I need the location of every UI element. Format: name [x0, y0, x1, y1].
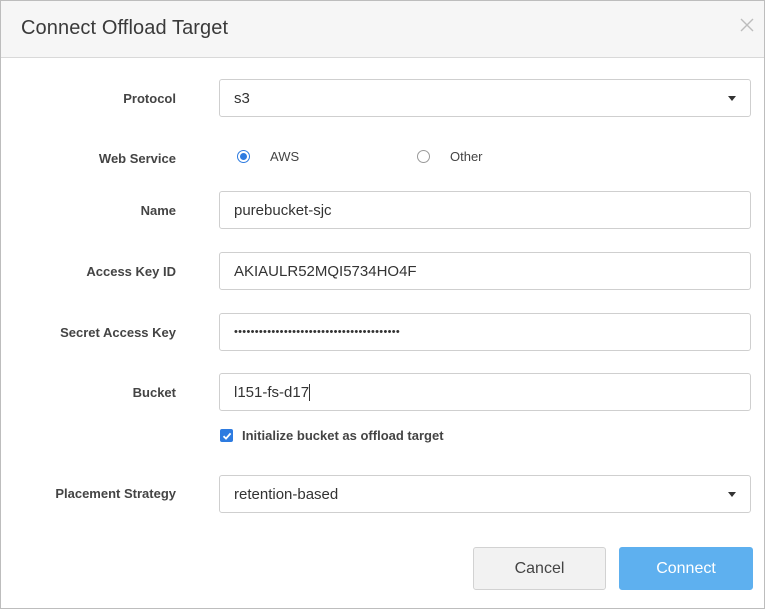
- secret-access-key-field[interactable]: ••••••••••••••••••••••••••••••••••••••••: [219, 313, 751, 351]
- secret-access-key-label: Secret Access Key: [60, 325, 176, 340]
- name-field[interactable]: [219, 191, 751, 229]
- access-key-id-input[interactable]: [234, 262, 736, 280]
- radio-other-indicator[interactable]: [417, 150, 430, 163]
- close-icon[interactable]: [736, 15, 758, 37]
- web-service-label: Web Service: [98, 151, 176, 166]
- radio-other[interactable]: Other: [417, 149, 483, 164]
- cancel-button[interactable]: Cancel: [473, 547, 606, 590]
- protocol-label: Protocol: [123, 91, 176, 106]
- name-label: Name: [140, 203, 176, 218]
- initialize-checkbox-row[interactable]: Initialize bucket as offload target: [220, 428, 444, 443]
- protocol-select[interactable]: s3: [219, 79, 751, 117]
- name-input[interactable]: [234, 201, 736, 219]
- dialog-header: Connect Offload Target: [1, 1, 764, 58]
- text-cursor: [309, 383, 311, 401]
- radio-other-label: Other: [450, 149, 483, 164]
- bucket-field[interactable]: l151-fs-d17: [219, 373, 751, 411]
- chevron-down-icon: [728, 95, 736, 101]
- checkmark-icon: [222, 432, 231, 440]
- access-key-id-label: Access Key ID: [86, 264, 176, 279]
- radio-aws-indicator[interactable]: [237, 150, 250, 163]
- protocol-value: s3: [234, 89, 250, 107]
- bucket-label: Bucket: [132, 385, 176, 400]
- connect-button[interactable]: Connect: [619, 547, 753, 590]
- placement-strategy-label: Placement Strategy: [55, 486, 176, 501]
- chevron-down-icon: [728, 491, 736, 497]
- secret-access-key-input[interactable]: ••••••••••••••••••••••••••••••••••••••••: [234, 326, 400, 338]
- access-key-id-field[interactable]: [219, 252, 751, 290]
- dialog-title: Connect Offload Target: [21, 17, 229, 39]
- bucket-input[interactable]: l151-fs-d17: [234, 384, 309, 401]
- radio-aws-label: AWS: [270, 149, 300, 164]
- radio-aws[interactable]: AWS: [237, 149, 299, 164]
- initialize-checkbox-label: Initialize bucket as offload target: [242, 428, 444, 443]
- connect-offload-target-dialog: Connect Offload Target Protocol s3 Web S…: [0, 0, 765, 609]
- placement-strategy-select[interactable]: retention-based: [219, 475, 751, 513]
- placement-strategy-value: retention-based: [234, 485, 339, 503]
- initialize-checkbox[interactable]: [220, 429, 233, 442]
